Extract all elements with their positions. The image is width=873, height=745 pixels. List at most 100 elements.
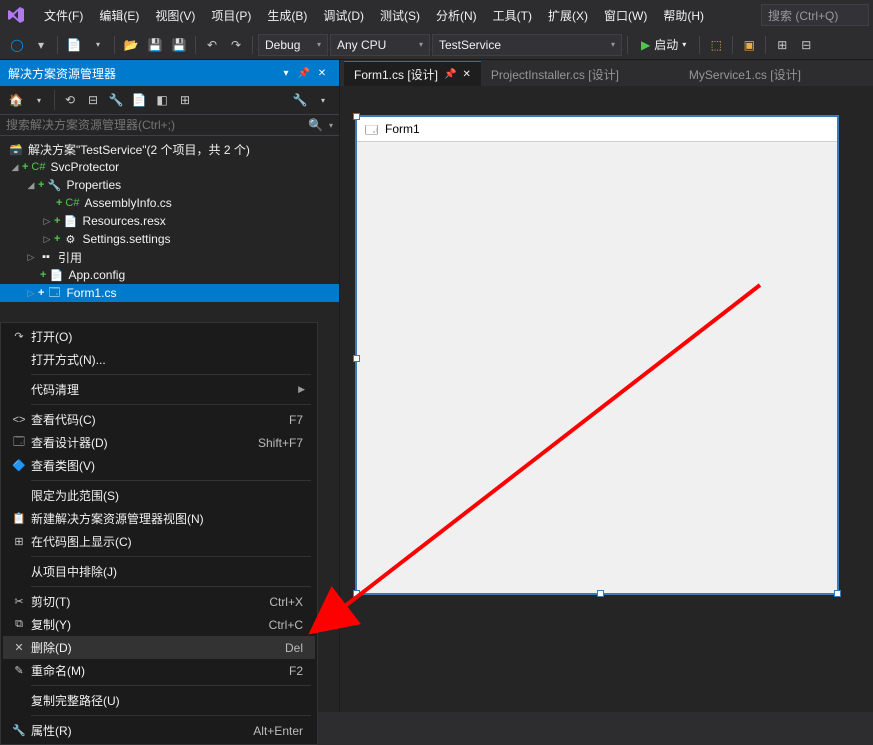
solution-search-input[interactable] — [6, 118, 308, 132]
new-project-button[interactable]: 📄 — [63, 34, 85, 56]
panel-title-bar: 解决方案资源管理器 ▾ 📌 ✕ — [0, 60, 339, 86]
open-button[interactable]: 📂 — [120, 34, 142, 56]
search-icon[interactable]: 🔍 — [308, 118, 323, 132]
ctx-item[interactable]: ✎重命名(M)F2 — [3, 659, 315, 682]
redo-button[interactable]: ↷ — [225, 34, 247, 56]
menu-tools[interactable]: 工具(T) — [485, 3, 540, 28]
undo-button[interactable]: ↶ — [201, 34, 223, 56]
pin-icon[interactable]: 📌 — [444, 69, 456, 80]
editor-area: Form1.cs [设计]📌✕ ProjectInstaller.cs [设计]… — [340, 60, 873, 712]
menu-file[interactable]: 文件(F) — [36, 3, 91, 28]
menu-help[interactable]: 帮助(H) — [655, 3, 712, 28]
save-all-button[interactable]: 💾 — [168, 34, 190, 56]
startup-project-dropdown[interactable]: TestService▾ — [432, 34, 622, 56]
cut-icon: ✂ — [7, 595, 31, 608]
form-designer-window[interactable]: 🗔 Form1 — [356, 116, 838, 594]
resize-handle[interactable] — [597, 590, 604, 597]
menu-debug[interactable]: 调试(D) — [315, 3, 372, 28]
panel-close-icon[interactable]: ✕ — [313, 64, 331, 82]
show-all-icon[interactable]: 📄 — [129, 90, 149, 110]
ctx-item[interactable]: ✕删除(D)Del — [3, 636, 315, 659]
tool-btn-3[interactable]: ⊞ — [771, 34, 793, 56]
home-icon[interactable]: 🏠 — [6, 90, 26, 110]
sync-icon[interactable]: ⟲ — [60, 90, 80, 110]
project-node[interactable]: ◢+C# SvcProtector — [0, 158, 339, 176]
form-client-area[interactable] — [357, 142, 837, 592]
menu-project[interactable]: 项目(P) — [203, 3, 259, 28]
wrench-icon[interactable]: 🔧 — [290, 90, 310, 110]
ctx-item[interactable]: 代码清理▶ — [3, 378, 315, 401]
menu-edit[interactable]: 编辑(E) — [91, 3, 147, 28]
resize-handle[interactable] — [353, 590, 360, 597]
ctx-item[interactable]: 从项目中排除(J) — [3, 560, 315, 583]
close-icon[interactable]: ✕ — [462, 69, 470, 80]
menu-build[interactable]: 生成(B) — [259, 3, 315, 28]
ctx-item[interactable]: 🔧属性(R)Alt+Enter — [3, 719, 315, 742]
resize-handle[interactable] — [353, 113, 360, 120]
tab-form1[interactable]: Form1.cs [设计]📌✕ — [344, 61, 481, 86]
ctx-item[interactable]: 复制完整路径(U) — [3, 689, 315, 712]
menu-window[interactable]: 窗口(W) — [596, 3, 655, 28]
menu-extensions[interactable]: 扩展(X) — [540, 3, 596, 28]
menu-analyze[interactable]: 分析(N) — [428, 3, 485, 28]
references-icon: ▪▪ — [38, 249, 54, 265]
search-input[interactable]: 搜索 (Ctrl+Q) — [761, 4, 869, 26]
ctx-item[interactable]: ↷打开(O) — [3, 325, 315, 348]
class-icon: 🔷 — [7, 459, 31, 472]
menu-view[interactable]: 视图(V) — [147, 3, 203, 28]
menu-test[interactable]: 测试(S) — [372, 3, 428, 28]
properties-node[interactable]: ◢+🔧 Properties — [0, 176, 339, 194]
file-node[interactable]: ▷+📄 Resources.resx — [0, 212, 339, 230]
design-surface[interactable]: 🗔 Form1 — [340, 86, 873, 712]
nav-back-button[interactable]: ◯ — [6, 34, 28, 56]
designer-icon: 🗔 — [7, 433, 31, 452]
tool-btn-1[interactable]: ⬚ — [705, 34, 727, 56]
chevron-down-icon[interactable]: ▾ — [29, 90, 49, 110]
properties-icon[interactable]: 🔧 — [106, 90, 126, 110]
file-node[interactable]: +📄 App.config — [0, 266, 339, 284]
form1-node[interactable]: ▷+🗔 Form1.cs — [0, 284, 339, 302]
open-icon: ↷ — [7, 330, 31, 343]
tool-btn-4[interactable]: ⊟ — [795, 34, 817, 56]
codemap-icon: ⊞ — [7, 535, 31, 548]
chevron-down-icon[interactable]: ▾ — [313, 90, 333, 110]
csproj-icon: C# — [30, 159, 46, 175]
start-debug-button[interactable]: ▶启动▾ — [633, 34, 694, 56]
collapse-icon[interactable]: ⊟ — [83, 90, 103, 110]
solution-node[interactable]: 🗃️ 解决方案"TestService"(2 个项目，共 2 个) — [0, 140, 339, 158]
settings-icon: ⚙ — [62, 231, 78, 247]
platform-dropdown[interactable]: Any CPU▾ — [330, 34, 430, 56]
file-node[interactable]: +C# AssemblyInfo.cs — [0, 194, 339, 212]
delete-icon: ✕ — [7, 641, 31, 654]
submenu-arrow-icon: ▶ — [298, 384, 305, 395]
resize-handle[interactable] — [834, 590, 841, 597]
tab-projectinstaller[interactable]: ProjectInstaller.cs [设计] — [481, 61, 629, 86]
config-dropdown[interactable]: Debug▾ — [258, 34, 328, 56]
ctx-item[interactable]: ⊞在代码图上显示(C) — [3, 530, 315, 553]
tool-btn-2[interactable]: ▣ — [738, 34, 760, 56]
ctx-item[interactable]: ⧉复制(Y)Ctrl+C — [3, 613, 315, 636]
file-node[interactable]: ▷+⚙ Settings.settings — [0, 230, 339, 248]
ctx-item[interactable]: 打开方式(N)... — [3, 348, 315, 371]
ctx-item[interactable]: 限定为此范围(S) — [3, 484, 315, 507]
resize-handle[interactable] — [353, 355, 360, 362]
ctx-item[interactable]: 🗔查看设计器(D)Shift+F7 — [3, 431, 315, 454]
nav-fwd-button[interactable]: ▾ — [30, 34, 52, 56]
csharp-file-icon: C# — [64, 195, 80, 211]
ctx-item[interactable]: 📋新建解决方案资源管理器视图(N) — [3, 507, 315, 530]
editor-tabs: Form1.cs [设计]📌✕ ProjectInstaller.cs [设计]… — [340, 60, 873, 86]
ctx-item[interactable]: 🔷查看类图(V) — [3, 454, 315, 477]
chevron-down-icon[interactable]: ▾ — [87, 34, 109, 56]
refresh-icon[interactable]: ⊞ — [175, 90, 195, 110]
references-node[interactable]: ▷▪▪ 引用 — [0, 248, 339, 266]
tab-myservice[interactable]: MyService1.cs [设计] — [679, 61, 811, 86]
ctx-item[interactable]: ✂剪切(T)Ctrl+X — [3, 590, 315, 613]
save-button[interactable]: 💾 — [144, 34, 166, 56]
ctx-item[interactable]: <>查看代码(C)F7 — [3, 408, 315, 431]
resx-icon: 📄 — [62, 213, 78, 229]
preview-icon[interactable]: ◧ — [152, 90, 172, 110]
panel-pin-icon[interactable]: 📌 — [295, 64, 313, 82]
panel-dropdown-icon[interactable]: ▾ — [277, 64, 295, 82]
newview-icon: 📋 — [7, 512, 31, 525]
panel-toolbar: 🏠 ▾ ⟲ ⊟ 🔧 📄 ◧ ⊞ 🔧 ▾ — [0, 86, 339, 115]
